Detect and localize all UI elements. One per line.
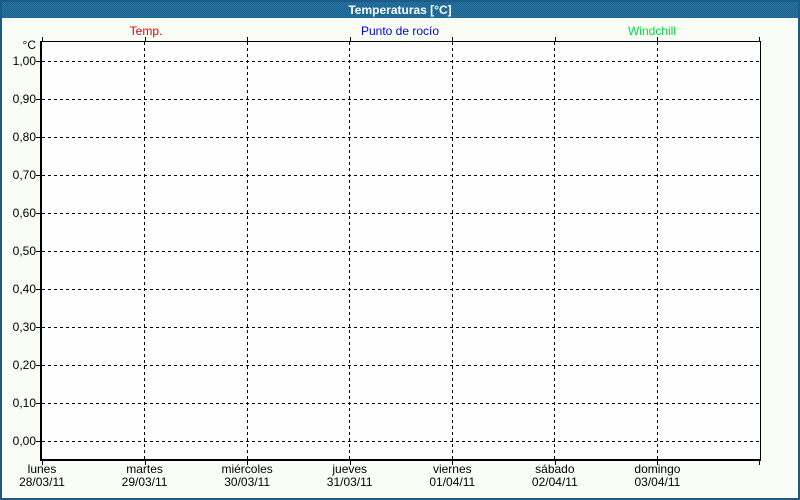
y-gridline [42,251,760,252]
y-tick-label: 0,00 [0,434,36,448]
y-gridline [42,213,760,214]
x-axis-day-label: miércoles30/03/11 [197,463,297,489]
y-gridline [42,175,760,176]
y-gridline [42,137,760,138]
y-tick-label: 0,50 [0,244,36,258]
y-tick-label: 0,20 [0,358,36,372]
x-axis-day-label: viernes01/04/11 [402,463,502,489]
y-tick-label: 0,80 [0,130,36,144]
y-gridline [42,441,760,442]
x-gridline [657,42,658,459]
y-tick-label: 0,30 [0,320,36,334]
weather-chart-panel: Temperaturas [°C] Temp. Punto de rocío W… [0,0,800,500]
title-bar: Temperaturas [°C] [2,2,798,18]
x-axis-day-label: domingo03/04/11 [607,463,707,489]
x-axis-day-label: sábado02/04/11 [505,463,605,489]
y-gridline [42,403,760,404]
y-axis-tick [36,213,40,214]
x-axis-top-tick [555,37,556,41]
x-axis-top-tick [145,37,146,41]
date-label: 28/03/11 [0,476,92,489]
y-axis-tick [36,403,40,404]
y-axis-tick [36,137,40,138]
chart-title: Temperaturas [°C] [348,3,451,17]
y-tick-label: 0,40 [0,282,36,296]
y-gridline [42,61,760,62]
x-gridline [247,42,248,459]
y-tick-label: 0,10 [0,396,36,410]
y-tick-label: 0,60 [0,206,36,220]
x-axis-top-tick [247,37,248,41]
x-axis-day-label: martes29/03/11 [95,463,195,489]
x-axis-top-tick [452,37,453,41]
x-axis-top-tick [657,37,658,41]
x-gridline [144,42,145,459]
y-tick-label: 0,70 [0,168,36,182]
date-label: 01/04/11 [402,476,502,489]
date-label: 31/03/11 [300,476,400,489]
y-gridline [42,289,760,290]
y-gridline [42,365,760,366]
y-axis-tick [36,61,40,62]
x-axis-day-label: jueves31/03/11 [300,463,400,489]
y-axis-tick [36,289,40,290]
x-gridline [452,42,453,459]
x-axis-top-tick [42,37,43,41]
x-gridline [554,42,555,459]
plot-area: °C 1,000,900,800,700,600,500,400,300,200… [40,41,761,461]
y-axis-unit-label: °C [0,38,36,52]
x-gridline [349,42,350,459]
date-label: 02/04/11 [505,476,605,489]
y-axis-tick [36,175,40,176]
x-axis-bottom-tick [759,461,760,465]
y-axis-tick [36,327,40,328]
legend-item-dew-point: Punto de rocío [320,24,480,38]
x-axis-top-tick [350,37,351,41]
date-label: 03/04/11 [607,476,707,489]
y-tick-label: 0,90 [0,92,36,106]
y-axis-tick [36,251,40,252]
x-axis-top-tick [759,37,760,41]
y-gridline [42,99,760,100]
legend-item-temp: Temp. [66,24,226,38]
date-label: 29/03/11 [95,476,195,489]
date-label: 30/03/11 [197,476,297,489]
y-tick-label: 1,00 [0,54,36,68]
legend-item-windchill: Windchill [572,24,732,38]
y-axis-tick [36,365,40,366]
chart-legend: Temp. Punto de rocío Windchill [2,24,798,38]
y-axis-tick [36,441,40,442]
y-axis-tick [36,99,40,100]
y-gridline [42,327,760,328]
x-axis-day-label: lunes28/03/11 [0,463,92,489]
